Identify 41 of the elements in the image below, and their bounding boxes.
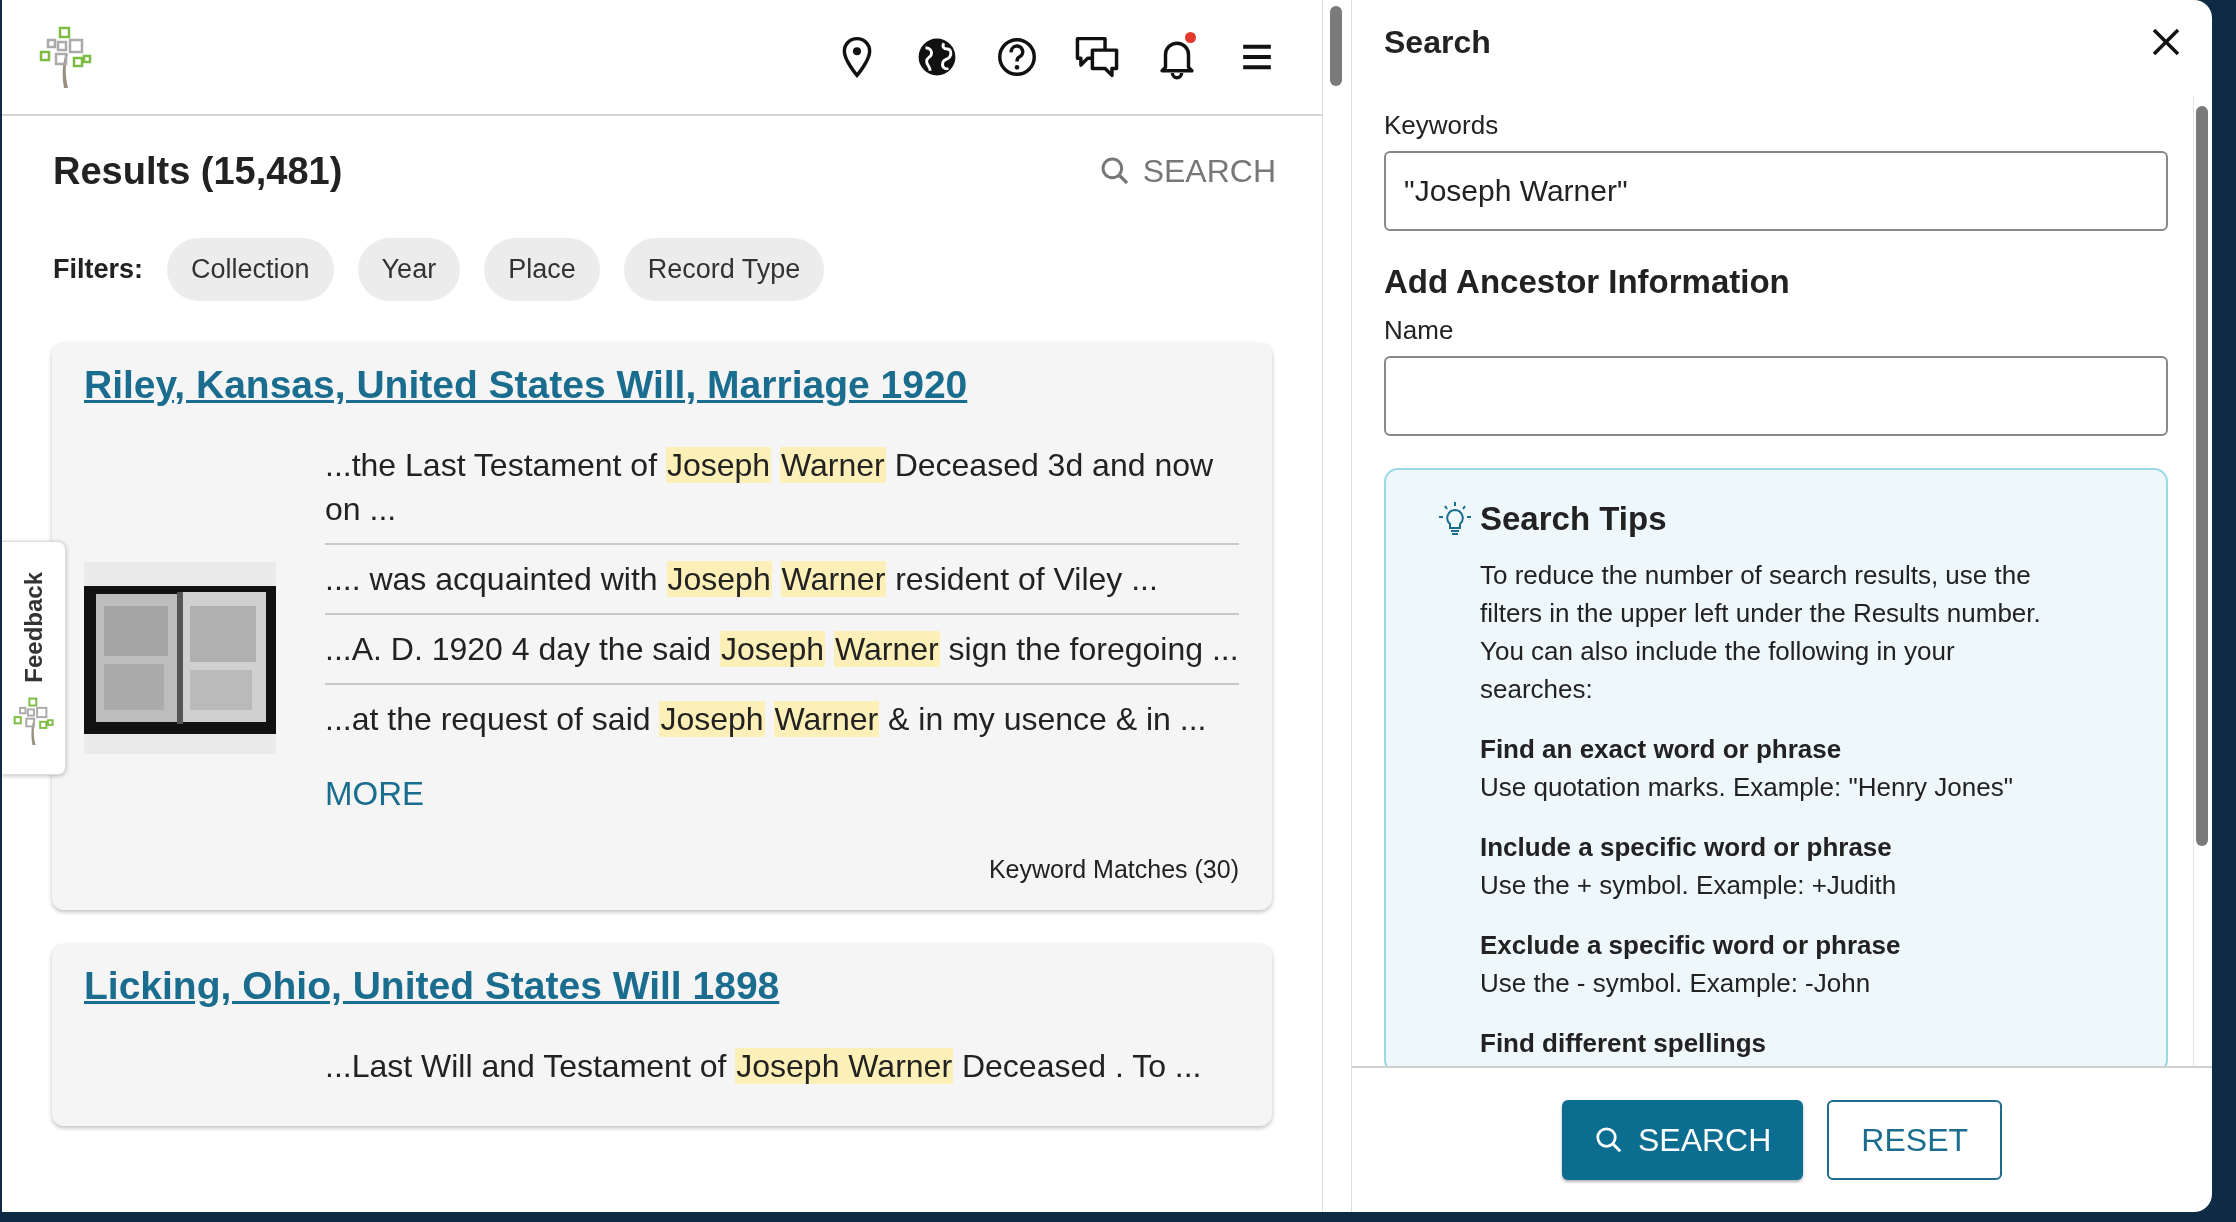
section-heading: Add Ancestor Information [1384,263,1791,301]
search-link[interactable]: SEARCH [1098,152,1276,190]
snippet-text: ...A. D. 1920 4 day the said Joseph Warner sign the foregoing ... [325,615,1239,685]
filters-label: Filters: [53,254,144,285]
tip-heading: Exclude a specific word or phrase [1480,929,1902,962]
tip-heading: Find an exact word or phrase [1480,733,1843,766]
tip-heading: Include a specific word or phrase [1480,831,1893,864]
chat-icon[interactable] [1074,34,1120,80]
result-title-link[interactable]: Licking, Ohio, United States Will 1898 [84,964,780,1008]
reset-button[interactable]: RESET [1827,1100,2002,1180]
tip-text: Use the - symbol. Example: -John [1480,967,1872,1000]
search-button[interactable]: SEARCH [1561,1100,1804,1180]
result-title-link[interactable]: Riley, Kansas, United States Will, Marriage 1920 [84,363,968,407]
snippet-text: ...Last Will and Testament of Joseph Warner Deceased . To ... [325,1047,1203,1086]
results-title: Results (15,481) [53,149,343,193]
keywords-field[interactable]: "Joseph Warner" [1384,151,2168,231]
field-label: Keywords [1384,110,1500,141]
name-field[interactable] [1384,356,2168,436]
panel-title: Search [1384,23,1491,61]
feedback-tab[interactable]: Feedback [2,541,66,775]
more-link[interactable]: MORE [325,775,424,813]
scrollbar[interactable] [1330,6,1342,86]
filter-chip[interactable]: Year [357,238,461,301]
tip-text: Use the + symbol. Example: +Judith [1480,869,1898,902]
scrollbar[interactable] [2196,106,2208,846]
filter-chip[interactable]: Record Type [623,238,825,301]
snippet-text: ...the Last Testament of Joseph Warner Deceased 3d and now on ... [325,431,1239,545]
tips-title: Search Tips [1480,500,1667,538]
lightbulb-icon [1436,500,1474,538]
snippet-text: ...at the request of said Joseph Warner & in my usence & in ... [325,700,1208,739]
filter-chip[interactable]: Collection [167,238,334,301]
field-label: Name [1384,315,1455,346]
keyword-matches: Keyword Matches (30) [988,855,1239,884]
tip-heading: Find different spellings [1480,1027,1767,1060]
logo [38,26,94,88]
search-icon [1593,1125,1624,1155]
tree-icon [11,696,56,745]
tip-text: Use quotation marks. Example: "Henry Jones" [1480,771,2014,804]
snippet-text: .... was acquainted with Joseph Warner resident of Viley ... [325,545,1239,615]
filter-chip[interactable]: Place [484,238,600,301]
tips-text: To reduce the number of search results, use the filters in the upper left under the Results number. You can also include the following in your searches: [1480,559,2042,706]
